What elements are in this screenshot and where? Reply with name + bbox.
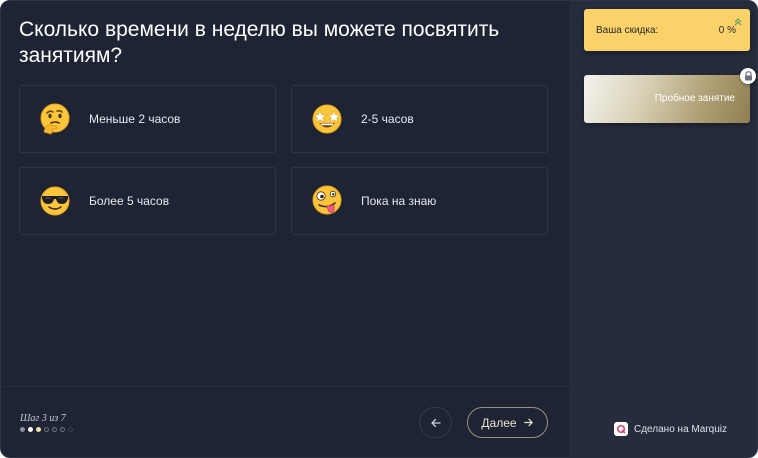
arrow-right-icon	[523, 418, 533, 427]
sidebar: Ваша скидка: 0 % Пробное занятие Сделано…	[569, 1, 757, 457]
trial-lesson-label: Пробное занятие	[654, 93, 735, 104]
quiz-window: Сколько времени в неделю вы можете посвя…	[0, 0, 758, 458]
sunglasses-face-icon	[38, 184, 72, 218]
back-button[interactable]	[419, 407, 452, 438]
quiz-main-panel: Сколько времени в неделю вы можете посвя…	[1, 1, 569, 457]
discount-value: 0 %	[718, 25, 736, 36]
option-more-5-hours[interactable]: Более 5 часов	[19, 167, 276, 235]
progress-dot	[44, 427, 49, 432]
option-label: Более 5 часов	[89, 194, 170, 208]
made-with-marquiz-label: Сделано на Marquiz	[634, 423, 727, 435]
option-not-sure[interactable]: Пока на знаю	[291, 167, 548, 235]
progress-dot	[52, 427, 57, 432]
progress-dot	[68, 427, 73, 432]
option-label: Меньше 2 часов	[89, 112, 181, 126]
thinking-face-icon	[38, 102, 72, 136]
zany-face-icon	[310, 184, 344, 218]
progress-dot	[28, 427, 33, 432]
next-button[interactable]: Далее	[467, 407, 548, 438]
made-with-marquiz-link[interactable]: Сделано на Marquiz	[614, 422, 727, 436]
marquiz-logo-icon	[614, 422, 628, 436]
star-struck-face-icon	[310, 102, 344, 136]
next-button-label: Далее	[481, 415, 517, 430]
step-indicator-text: Шаг 3 из 7	[20, 413, 66, 424]
discount-card: Ваша скидка: 0 %	[584, 9, 750, 51]
trial-lesson-card: Пробное занятие	[584, 75, 750, 123]
progress-dot	[36, 427, 41, 432]
option-2-5-hours[interactable]: 2-5 часов	[291, 85, 548, 153]
option-label: Пока на знаю	[361, 194, 437, 208]
lock-icon	[740, 68, 756, 84]
discount-label: Ваша скидка:	[596, 25, 659, 36]
arrow-left-icon	[430, 418, 441, 427]
progress-dot	[60, 427, 65, 432]
question-title: Сколько времени в неделю вы можете посвя…	[19, 18, 500, 67]
option-less-2-hours[interactable]: Меньше 2 часов	[19, 85, 276, 153]
progress-dot	[20, 427, 25, 432]
step-progress-dots	[20, 427, 73, 433]
option-label: 2-5 часов	[361, 112, 414, 126]
footer-divider	[1, 386, 569, 387]
